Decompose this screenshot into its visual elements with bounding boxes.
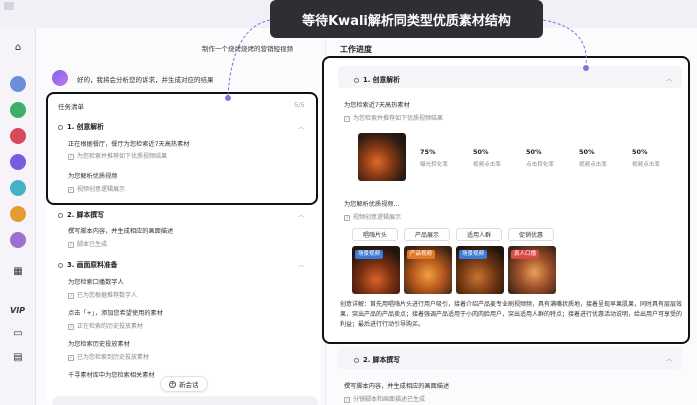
progress-line: 撰写脚本内容，并生成相应的画面描述 bbox=[344, 383, 450, 390]
chevron-up-icon[interactable]: ︿ bbox=[666, 354, 672, 363]
chevron-up-icon[interactable]: ︿ bbox=[298, 122, 304, 131]
stat-label: 视频点击率 bbox=[579, 162, 607, 168]
task-line: 为您检索历史投放素材 bbox=[68, 341, 130, 348]
task-subline: ✓ 脚本已生成 bbox=[68, 241, 108, 248]
stat-value: 50% bbox=[473, 148, 489, 156]
check-icon: ✓ bbox=[68, 186, 74, 193]
check-icon: ✓ bbox=[68, 241, 74, 248]
stat-value: 50% bbox=[632, 148, 648, 156]
progress-subline: ✓ 视频创意逻辑展示 bbox=[344, 214, 402, 221]
app-logo bbox=[4, 2, 14, 10]
avatar[interactable] bbox=[10, 206, 26, 222]
progress-line: 为您解析优质视频... bbox=[344, 201, 400, 208]
task-list-count: 5/5 bbox=[294, 101, 305, 109]
stat-label: 视频点击率 bbox=[632, 162, 660, 168]
clip-thumbnail[interactable]: 真人口播 bbox=[508, 246, 556, 294]
task-list-title: 任务清单 bbox=[58, 103, 84, 111]
check-icon: ✓ bbox=[68, 153, 74, 160]
folder-icon[interactable]: ▭ bbox=[11, 326, 25, 340]
circle-icon bbox=[58, 212, 63, 218]
bot-message: 好的，我将会分析您的诉求，并生成对应的结果 bbox=[77, 76, 214, 84]
task-subline: ✓ 为您检索并推荐如下优质视频结果 bbox=[68, 153, 168, 160]
chat-input[interactable] bbox=[52, 396, 318, 405]
avatar[interactable] bbox=[10, 180, 26, 196]
avatar[interactable] bbox=[10, 128, 26, 144]
stat-value: 75% bbox=[420, 148, 436, 156]
task-subline: ✓ 已为您根据推荐数字人 bbox=[68, 292, 138, 299]
stat-value: 50% bbox=[579, 148, 595, 156]
task-line: 撰写脚本内容，并生成相应的画面描述 bbox=[68, 228, 174, 235]
left-sidebar: ⌂ ▦ VIP ▭ ▤ bbox=[0, 28, 36, 405]
task-line: 为您检索口播数字人 bbox=[68, 279, 124, 286]
task-section-1[interactable]: 1. 创意解析 bbox=[58, 121, 104, 131]
apps-icon[interactable]: ▦ bbox=[11, 264, 25, 278]
chevron-up-icon[interactable]: ︿ bbox=[666, 74, 672, 83]
check-icon: ✓ bbox=[68, 354, 74, 361]
bot-avatar bbox=[52, 70, 68, 86]
task-subline: ✓ 正在检索的历史投放素材 bbox=[68, 323, 144, 330]
structure-tag: 促销优惠 bbox=[508, 228, 554, 241]
structure-tag: 产品展示 bbox=[404, 228, 450, 241]
task-line: 点击「+」，添加您希望使用的素材 bbox=[68, 310, 163, 317]
document-icon[interactable]: ▤ bbox=[11, 350, 25, 364]
task-subline: ✓ 已为您检索到历史投放素材 bbox=[68, 354, 150, 361]
avatar[interactable] bbox=[10, 154, 26, 170]
task-line: 千寻素材库中为您检索相关素材 bbox=[68, 372, 155, 379]
task-section-2[interactable]: 2. 脚本撰写 bbox=[58, 209, 104, 219]
structure-tag: 适用人群 bbox=[456, 228, 502, 241]
vip-label[interactable]: VIP bbox=[10, 306, 25, 315]
avatar[interactable] bbox=[10, 76, 26, 92]
stat-value: 50% bbox=[526, 148, 542, 156]
circle-icon bbox=[58, 262, 63, 268]
check-icon: ✓ bbox=[68, 323, 74, 330]
circle-icon bbox=[58, 124, 63, 130]
user-prompt: 制作一个烧烤烧烤的营销短视频 bbox=[202, 45, 293, 53]
creative-analysis-paragraph: 创意详解：首先用唱嗨片头进行用户吸引，接着介绍产品麦专业刷视频频，具有满嘴状质地… bbox=[340, 301, 683, 328]
progress-subline: ✓ 分镜脚本和画面描述已生成 bbox=[344, 396, 426, 403]
chevron-up-icon[interactable]: ︿ bbox=[298, 210, 304, 219]
plus-icon: + bbox=[169, 380, 176, 388]
check-icon: ✓ bbox=[344, 115, 350, 122]
task-subline: ✓ 视频创意逻辑展示 bbox=[68, 186, 126, 193]
accordion-title-1: 1. 创意解析 bbox=[354, 74, 400, 84]
progress-subline: ✓ 为您检索并推荐如下优质视频结果 bbox=[344, 115, 444, 122]
video-thumbnail[interactable] bbox=[358, 133, 406, 181]
stat-label: 曝光转化率 bbox=[420, 162, 448, 168]
structure-tag: 唱嗨片头 bbox=[352, 228, 398, 241]
new-chat-button[interactable]: + 新会话 bbox=[160, 376, 208, 392]
avatar[interactable] bbox=[10, 102, 26, 118]
work-progress-title: 工作进度 bbox=[340, 45, 372, 54]
circle-icon bbox=[354, 357, 359, 363]
stat-label: 视频点击率 bbox=[473, 162, 501, 168]
clip-thumbnail[interactable]: 场景视频 bbox=[352, 246, 400, 294]
callout-banner: 等待Kwali解析同类型优质素材结构 bbox=[270, 0, 543, 38]
task-line: 为您解析优质视频 bbox=[68, 173, 118, 180]
task-section-3[interactable]: 3. 画面原料准备 bbox=[58, 259, 117, 269]
stat-label: 点击转化率 bbox=[526, 162, 554, 168]
accordion-title-2: 2. 脚本撰写 bbox=[354, 354, 400, 364]
chevron-up-icon[interactable]: ︿ bbox=[298, 260, 304, 269]
check-icon: ✓ bbox=[344, 396, 350, 403]
check-icon: ✓ bbox=[68, 292, 74, 299]
circle-icon bbox=[354, 77, 359, 83]
check-icon: ✓ bbox=[344, 214, 350, 221]
home-icon[interactable]: ⌂ bbox=[11, 40, 25, 54]
avatar[interactable] bbox=[10, 232, 26, 248]
task-line: 正在根据餐厅，餐厅为您检索近7天高热素材 bbox=[68, 141, 190, 148]
progress-line: 为您检索近7天高热素材 bbox=[344, 102, 410, 109]
clip-thumbnail[interactable]: 产品视频 bbox=[404, 246, 452, 294]
clip-thumbnail[interactable]: 场景视频 bbox=[456, 246, 504, 294]
